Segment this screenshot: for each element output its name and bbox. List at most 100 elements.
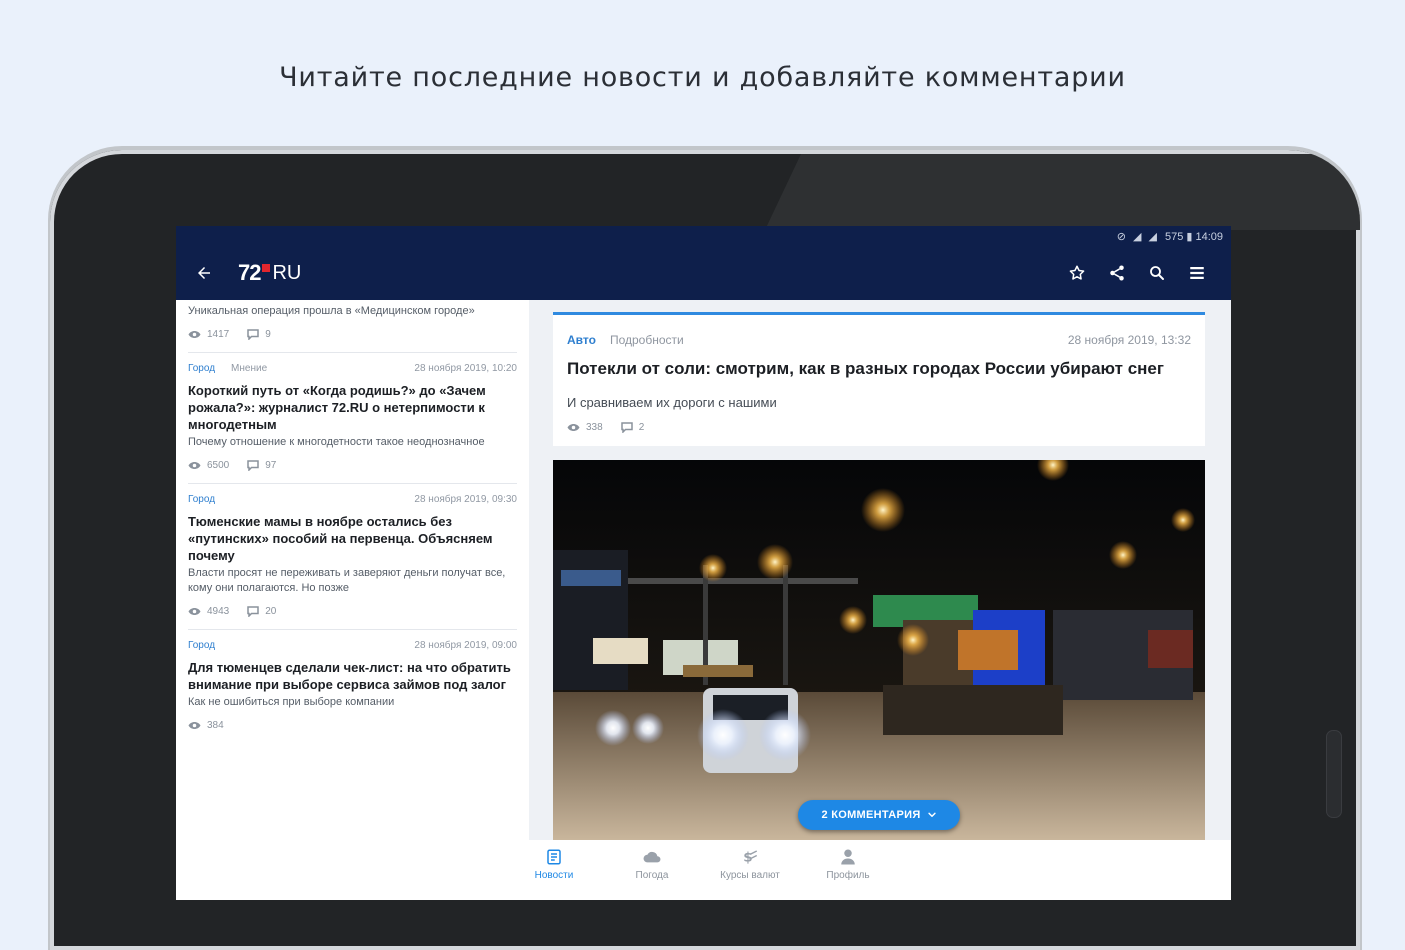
feed-item-rubric[interactable]: Город [188,640,215,651]
tablet-bezel-shine [765,154,1360,230]
article-subtitle: И сравниваем их дороги с нашими [567,395,777,410]
comments-count: 9 [247,329,271,340]
feed-item[interactable]: Город Мнение 28 ноября 2019, 10:20 Корот… [176,353,529,484]
views-value: 1417 [207,329,230,340]
comments-count: 97 [247,460,276,471]
nav-news-label: Новости [534,870,574,881]
share-button[interactable] [1097,253,1137,293]
article-rubric[interactable]: Авто [567,333,596,347]
eye-icon [188,608,201,615]
views-count: 4943 [188,606,229,617]
nav-weather-label: Погода [635,870,669,881]
logo-suffix: RU [272,261,302,284]
article-date: 28 ноября 2019, 13:32 [1067,333,1191,347]
arrow-left-icon [198,267,210,279]
bottom-navigation: Новости Погода $ Курсы валют Профиль [529,840,1231,900]
feed-item-subtitle: Уникальная операция прошла в «Медицинско… [188,305,475,317]
nav-profile-label: Профиль [826,870,870,881]
views-count: 384 [188,720,224,731]
feed-item-rubric[interactable]: Город [188,363,215,374]
views-value: 384 [207,720,224,731]
profile-icon [841,849,855,865]
menu-icon [1190,267,1204,279]
search-icon [1150,266,1164,280]
feed-item-date: 28 ноября 2019, 09:30 [414,494,517,505]
nav-currency-label: Курсы валют [720,870,780,881]
comments-count: 2 [620,422,645,433]
feed-item-date: 28 ноября 2019, 10:20 [414,363,517,374]
views-value: 338 [586,422,603,433]
search-button[interactable] [1137,253,1177,293]
currency-icon: $ [743,850,758,866]
feed-item-stats: 6500 97 [188,460,517,471]
comment-icon [247,329,259,340]
feed-item[interactable]: Город 28 ноября 2019, 09:00 Для тюменцев… [176,630,529,743]
status-icons: ⊘ ◢ ◢ [1116,230,1159,243]
favorite-button[interactable] [1057,253,1097,293]
views-count: 338 [567,422,603,433]
article-title: Потекли от соли: смотрим, как в разных г… [567,359,1164,378]
status-text: 575 ▮ 14:09 [1164,230,1223,243]
eye-icon [188,462,201,469]
night-road-snowplow-image [553,460,1205,840]
feed-item-title[interactable]: Для тюменцев сделали чек-лист: на что об… [188,659,517,693]
comments-button-label: 2 КОММЕНТАРИЯ [821,809,921,821]
app-logo[interactable]: 72 RU [238,260,301,286]
comment-icon [247,460,259,471]
logo-number: 72 [238,260,262,285]
app-bar: 72 RU [176,246,1231,300]
status-bar: ⊘ ◢ ◢ 575 ▮ 14:09 [176,226,1231,246]
weather-icon [643,851,661,863]
logo-red-square [262,264,271,272]
views-value: 6500 [207,460,230,471]
eye-icon [567,424,580,431]
comment-icon [620,422,633,433]
device-screen: ⊘ ◢ ◢ 575 ▮ 14:09 72 RU Уникальная опера… [176,226,1231,900]
feed-item[interactable]: Уникальная операция прошла в «Медицинско… [176,300,529,353]
feed-item-stats: 384 [188,720,517,731]
app-bar-actions [1057,253,1231,293]
article-header-card: Авто Подробности 28 ноября 2019, 13:32 П… [553,312,1205,446]
comment-icon [247,606,259,617]
feed-item-subtitle: Почему отношение к многодетности такое н… [188,436,485,448]
feed-item[interactable]: Город 28 ноября 2019, 09:30 Тюменские ма… [176,484,529,630]
feed-item-tag: Мнение [231,363,268,374]
nav-profile[interactable]: Профиль [799,840,897,900]
article-meta: Авто Подробности 28 ноября 2019, 13:32 [567,333,1191,347]
feed-item-title[interactable]: Тюменские мамы в ноябре остались без «пу… [188,513,517,564]
article-tag: Подробности [609,333,684,347]
article-photo [553,460,1205,840]
views-count: 6500 [188,460,229,471]
eye-icon [188,331,201,338]
comments-value: 2 [638,422,645,433]
feed-item-meta: Город Мнение 28 ноября 2019, 10:20 [188,363,517,374]
views-value: 4943 [207,606,230,617]
news-feed[interactable]: Уникальная операция прошла в «Медицинско… [176,300,529,840]
tablet-side-button [1326,730,1342,818]
news-icon [547,849,561,865]
feed-item-date: 28 ноября 2019, 09:00 [414,640,517,651]
feed-item-subtitle: Власти просят не переживать и заверяют д… [188,567,506,594]
feed-item-title[interactable]: Короткий путь от «Когда родишь?» до «Зач… [188,382,517,433]
comments-value: 20 [265,606,277,617]
share-icon [1110,265,1124,281]
comments-count: 20 [247,606,276,617]
feed-item-rubric[interactable]: Город [188,494,215,505]
feed-item-stats: 1417 9 [188,329,517,340]
feed-item-meta: Город 28 ноября 2019, 09:30 [188,494,517,505]
article-stats: 338 2 [567,422,1191,433]
menu-button[interactable] [1177,253,1217,293]
star-icon [1069,265,1085,280]
feed-item-subtitle: Как не ошибиться при выборе компании [188,696,395,708]
nav-weather[interactable]: Погода [603,840,701,900]
feed-item-stats: 4943 20 [188,606,517,617]
nav-currency[interactable]: $ Курсы валют [701,840,799,900]
chevron-down-icon [927,812,936,817]
article-pane: Авто Подробности 28 ноября 2019, 13:32 П… [529,300,1231,840]
comments-button[interactable]: 2 КОММЕНТАРИЯ [798,800,960,830]
nav-news[interactable]: Новости [505,840,603,900]
views-count: 1417 [188,329,229,340]
back-button[interactable] [176,246,232,300]
feed-item-meta: Город 28 ноября 2019, 09:00 [188,640,517,651]
comments-value: 97 [265,460,277,471]
